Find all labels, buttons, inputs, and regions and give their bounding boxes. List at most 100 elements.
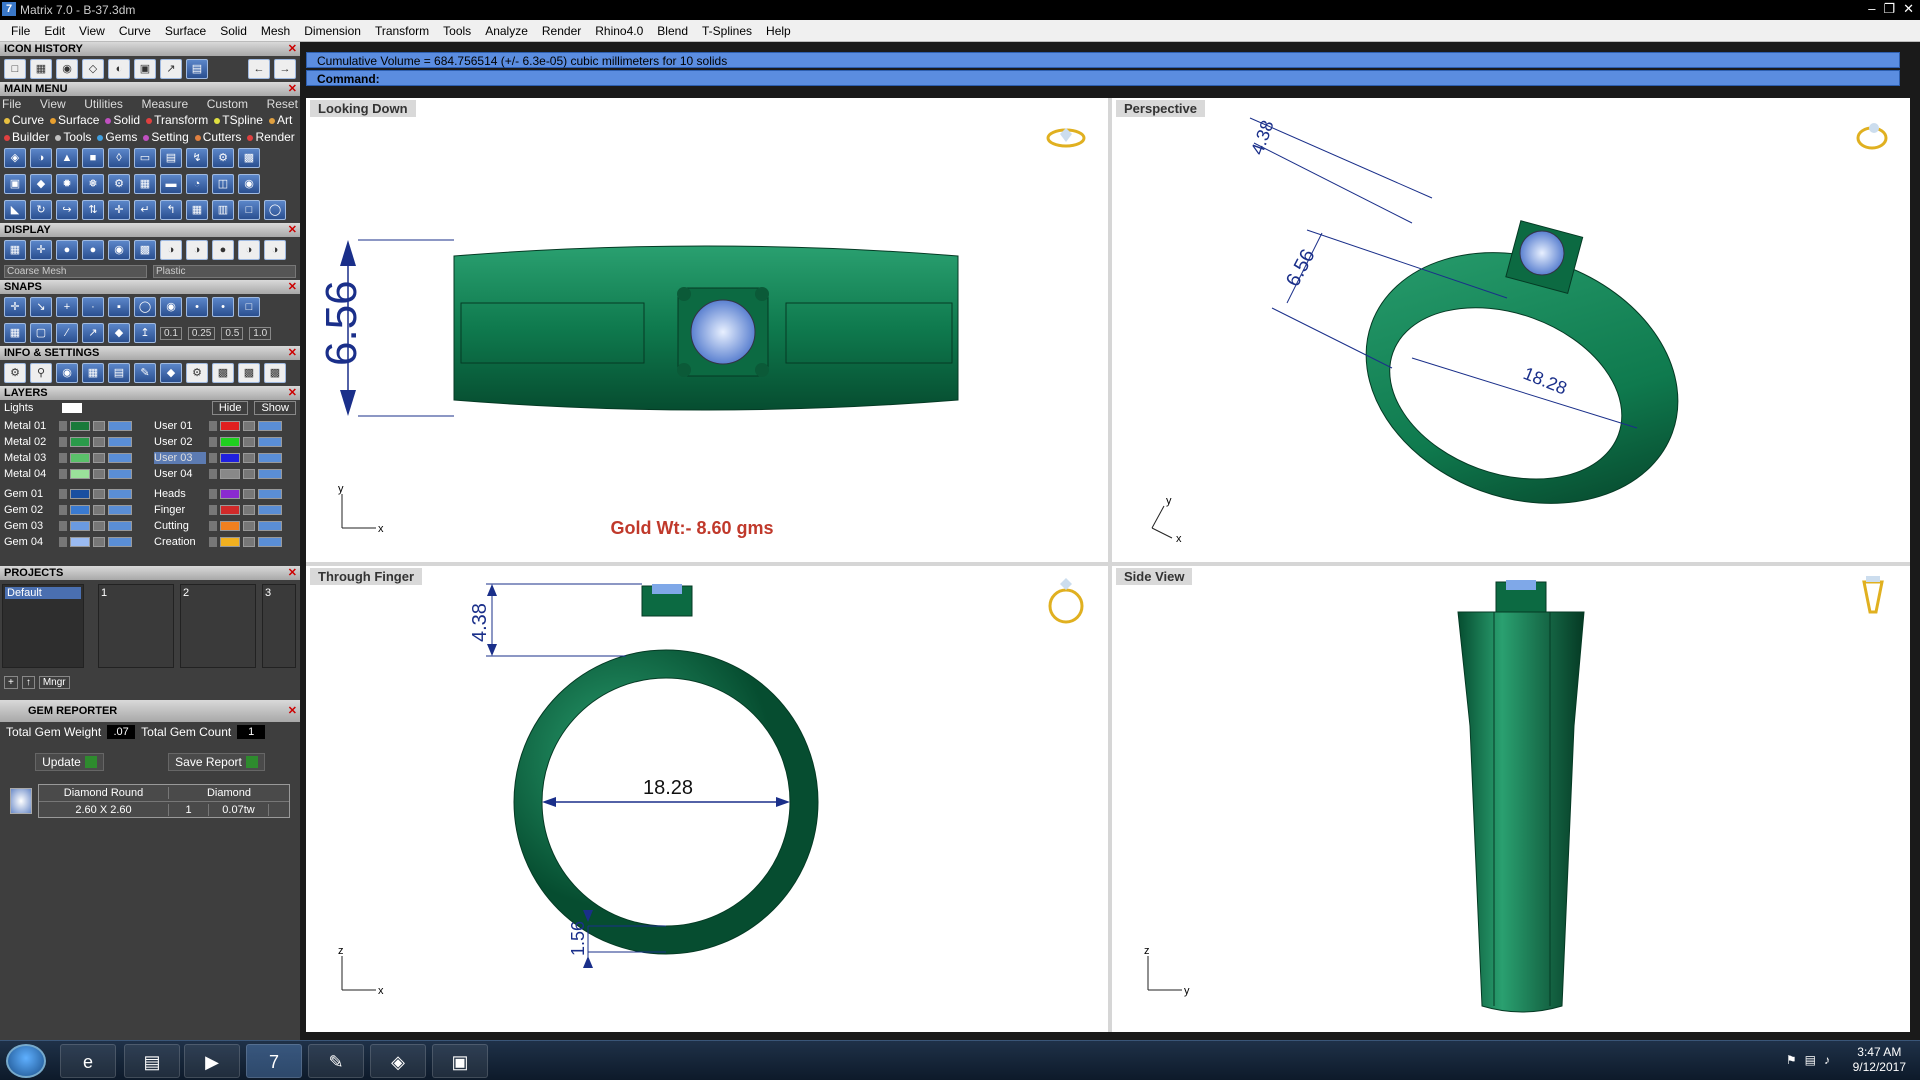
- show-button[interactable]: Show: [254, 401, 296, 415]
- tool-icon[interactable]: ◈: [4, 148, 26, 168]
- submenu-view[interactable]: View: [40, 97, 66, 111]
- folder-icon[interactable]: ▤: [124, 1044, 180, 1078]
- volume-icon[interactable]: ♪: [1824, 1053, 1830, 1067]
- project-default[interactable]: Default: [5, 587, 81, 599]
- snap-icon[interactable]: ↥: [134, 323, 156, 343]
- add-icon[interactable]: +: [4, 676, 18, 689]
- display-icon[interactable]: ▩: [134, 240, 156, 260]
- snap-value-0-1[interactable]: 0.1: [160, 326, 182, 340]
- display-icon[interactable]: ✛: [30, 240, 52, 260]
- tool-icon[interactable]: ↻: [30, 200, 52, 220]
- shaded-sphere-icon[interactable]: ●: [82, 240, 104, 260]
- command-input[interactable]: Command:: [306, 70, 1900, 86]
- lights-swatch[interactable]: [62, 403, 82, 413]
- browser-icon[interactable]: e: [60, 1044, 116, 1078]
- tool-icon[interactable]: □: [238, 200, 260, 220]
- layer-row[interactable]: Cutting: [154, 518, 294, 534]
- tool-icon[interactable]: ◉: [238, 174, 260, 194]
- tool-icon[interactable]: ▩: [238, 148, 260, 168]
- settings-icon[interactable]: ⚙: [4, 363, 26, 383]
- menu-edit[interactable]: Edit: [37, 24, 72, 38]
- tool-icon[interactable]: ↰: [160, 200, 182, 220]
- layer-row[interactable]: Gem 01: [4, 486, 144, 502]
- tool-icon[interactable]: ◊: [108, 148, 130, 168]
- category-solid[interactable]: Solid: [105, 113, 140, 127]
- category-builder[interactable]: Builder: [4, 130, 49, 144]
- submenu-file[interactable]: File: [2, 97, 21, 111]
- tool-icon[interactable]: ✹: [56, 174, 78, 194]
- shaded-sphere-icon[interactable]: ●: [56, 240, 78, 260]
- media-player-icon[interactable]: ▶: [184, 1044, 240, 1078]
- hide-button[interactable]: Hide: [211, 401, 249, 415]
- history-icon[interactable]: ◐: [108, 59, 130, 79]
- tool-icon[interactable]: ◣: [4, 200, 26, 220]
- close-icon[interactable]: ✕: [288, 346, 297, 360]
- snap-icon[interactable]: ↗: [82, 323, 104, 343]
- tool-icon[interactable]: ▣: [4, 174, 26, 194]
- info-icon[interactable]: ▩: [238, 363, 260, 383]
- tool-icon[interactable]: ▦: [134, 174, 156, 194]
- history-icon[interactable]: ◉: [56, 59, 78, 79]
- flag-icon[interactable]: ⚑: [1786, 1053, 1797, 1067]
- mesh-quality-select[interactable]: Coarse Mesh: [4, 265, 147, 278]
- info-icon[interactable]: ▩: [212, 363, 234, 383]
- snap-icon[interactable]: ·: [82, 297, 104, 317]
- project-slot[interactable]: 2: [180, 584, 256, 668]
- category-curve[interactable]: Curve: [4, 113, 44, 127]
- start-button-icon[interactable]: [6, 1044, 46, 1078]
- snap-value-0-5[interactable]: 0.5: [221, 326, 244, 340]
- layer-row[interactable]: Gem 04: [4, 534, 144, 550]
- tool-icon[interactable]: ▲: [56, 148, 78, 168]
- project-list[interactable]: Default: [2, 584, 84, 668]
- snap-value-1-0[interactable]: 1.0: [249, 326, 272, 340]
- snap-icon[interactable]: •: [186, 297, 208, 317]
- folder-icon[interactable]: ▤: [186, 59, 208, 79]
- display-icon[interactable]: ◉: [108, 240, 130, 260]
- menu-blend[interactable]: Blend: [650, 24, 695, 38]
- layer-row[interactable]: User 03: [154, 450, 294, 466]
- edit-icon[interactable]: ✎: [134, 363, 156, 383]
- close-icon[interactable]: ✕: [288, 700, 297, 722]
- wireframe-icon[interactable]: ▦: [4, 240, 26, 260]
- snap-value-0-25[interactable]: 0.25: [187, 326, 216, 340]
- minimize-icon[interactable]: –: [1868, 1, 1875, 17]
- snap-icon[interactable]: ▢: [30, 323, 52, 343]
- menu-tsplines[interactable]: T-Splines: [695, 24, 759, 38]
- close-icon[interactable]: ✕: [288, 280, 297, 294]
- category-transform[interactable]: Transform: [146, 113, 208, 127]
- material-select[interactable]: Plastic: [153, 265, 296, 278]
- layer-row[interactable]: Finger: [154, 502, 294, 518]
- category-render[interactable]: Render: [247, 130, 295, 144]
- tool-icon[interactable]: ▭: [134, 148, 156, 168]
- tool-icon[interactable]: ◑: [30, 148, 52, 168]
- snap-icon[interactable]: ✛: [4, 297, 26, 317]
- network-icon[interactable]: ▤: [1805, 1053, 1816, 1067]
- close-icon[interactable]: ✕: [288, 386, 297, 400]
- view-ring-side-icon[interactable]: [1862, 576, 1884, 614]
- layer-row[interactable]: Metal 04: [4, 466, 144, 482]
- matrix-app-icon[interactable]: 7: [246, 1044, 302, 1078]
- snap-icon[interactable]: ↘: [30, 297, 52, 317]
- layer-row[interactable]: Creation: [154, 534, 294, 550]
- menu-analyze[interactable]: Analyze: [478, 24, 535, 38]
- menu-curve[interactable]: Curve: [112, 24, 158, 38]
- snap-icon[interactable]: •: [212, 297, 234, 317]
- search-icon[interactable]: ⚲: [30, 363, 52, 383]
- layer-row[interactable]: Metal 03: [4, 450, 144, 466]
- tool-icon[interactable]: ◔: [186, 174, 208, 194]
- paint-icon[interactable]: ✎: [308, 1044, 364, 1078]
- grid-icon[interactable]: ▦: [4, 323, 26, 343]
- clock[interactable]: 3:47 AM 9/12/2017: [1853, 1045, 1906, 1075]
- tool-icon[interactable]: ◫: [212, 174, 234, 194]
- category-art[interactable]: Art: [268, 113, 292, 127]
- gem-table-row[interactable]: 2.60 X 2.60 1 0.07tw: [39, 801, 289, 817]
- material-sphere-icon[interactable]: ◑: [264, 240, 286, 260]
- menu-mesh[interactable]: Mesh: [254, 24, 297, 38]
- layer-row[interactable]: User 01: [154, 418, 294, 434]
- info-icon[interactable]: ▦: [82, 363, 104, 383]
- up-arrow-icon[interactable]: ↑: [21, 676, 35, 689]
- snap-icon[interactable]: ◉: [160, 297, 182, 317]
- info-icon[interactable]: ▩: [264, 363, 286, 383]
- tool-icon[interactable]: ⇅: [82, 200, 104, 220]
- layer-row[interactable]: Heads: [154, 486, 294, 502]
